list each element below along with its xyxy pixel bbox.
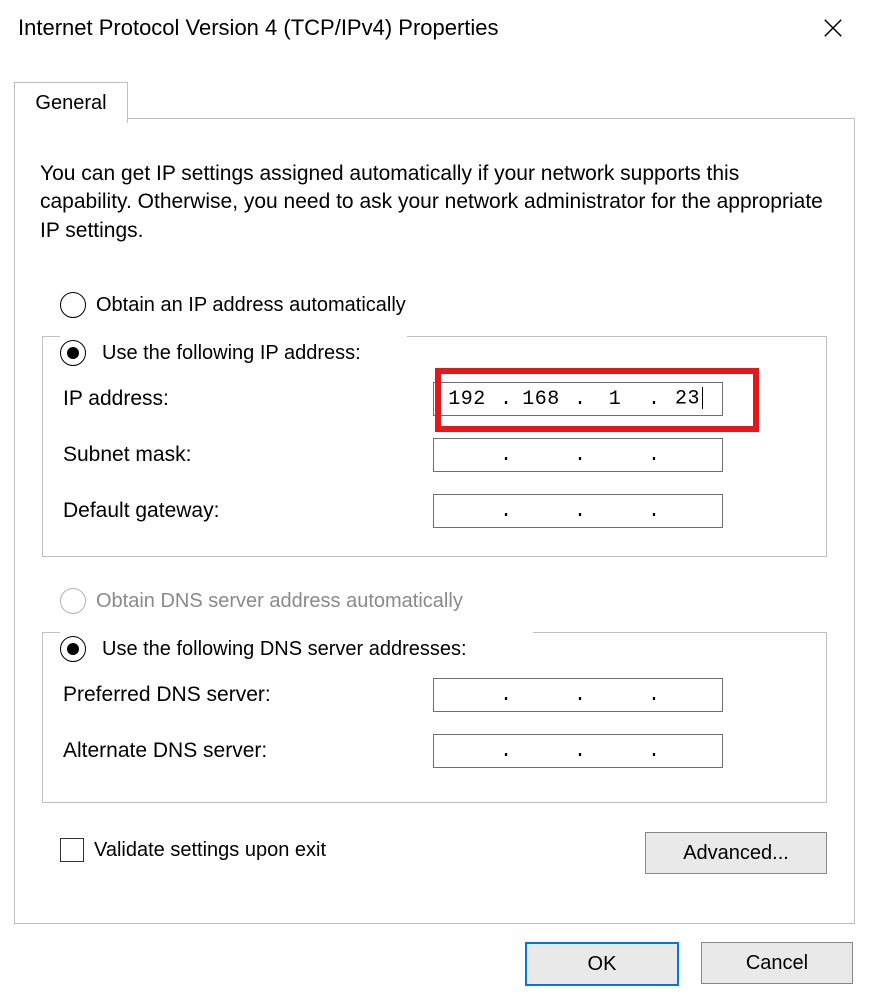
validate-settings-row[interactable]: Validate settings upon exit bbox=[60, 838, 326, 862]
intro-text: You can get IP settings assigned automat… bbox=[40, 160, 829, 245]
validate-settings-label: Validate settings upon exit bbox=[94, 839, 326, 862]
ok-button-label: OK bbox=[588, 953, 617, 976]
subnet-mask-input[interactable]: . . . bbox=[433, 438, 723, 472]
ipv4-properties-dialog: Internet Protocol Version 4 (TCP/IPv4) P… bbox=[0, 0, 869, 1000]
ip-auto-row[interactable]: Obtain an IP address automatically bbox=[60, 292, 406, 318]
dns-auto-row: Obtain DNS server address automatically bbox=[60, 588, 463, 614]
subnet-mask-label: Subnet mask: bbox=[63, 443, 423, 467]
ip-address-input[interactable]: 192. 168. 1. 23 bbox=[433, 382, 723, 416]
ok-button[interactable]: OK bbox=[525, 942, 679, 986]
dialog-title: Internet Protocol Version 4 (TCP/IPv4) P… bbox=[18, 15, 499, 41]
ip-auto-label: Obtain an IP address automatically bbox=[96, 294, 406, 317]
close-button[interactable] bbox=[815, 10, 851, 46]
cancel-button[interactable]: Cancel bbox=[701, 942, 853, 984]
advanced-button-label: Advanced... bbox=[683, 842, 789, 865]
default-gateway-input[interactable]: . . . bbox=[433, 494, 723, 528]
default-gateway-label: Default gateway: bbox=[63, 499, 423, 523]
dns-auto-label: Obtain DNS server address automatically bbox=[96, 590, 463, 613]
cancel-button-label: Cancel bbox=[746, 952, 808, 975]
titlebar: Internet Protocol Version 4 (TCP/IPv4) P… bbox=[0, 0, 869, 56]
dns-manual-label: Use the following DNS server addresses: bbox=[96, 638, 473, 661]
text-caret bbox=[702, 387, 703, 409]
ip-address-label: IP address: bbox=[63, 387, 423, 411]
advanced-button[interactable]: Advanced... bbox=[645, 832, 827, 874]
preferred-dns-label: Preferred DNS server: bbox=[63, 683, 423, 707]
radio-icon bbox=[60, 340, 86, 366]
close-icon bbox=[822, 17, 844, 39]
dialog-footer: OK Cancel bbox=[525, 942, 853, 986]
radio-icon bbox=[60, 292, 86, 318]
tab-general[interactable]: General bbox=[14, 82, 128, 123]
tab-mask bbox=[15, 118, 126, 121]
alternate-dns-input[interactable]: . . . bbox=[433, 734, 723, 768]
ip-fieldset: IP address: 192. 168. 1. 23 Subnet mask:… bbox=[42, 336, 827, 557]
dns-manual-row[interactable]: Use the following DNS server addresses: bbox=[60, 636, 473, 662]
tab-general-label: General bbox=[35, 92, 106, 115]
checkbox-icon bbox=[60, 838, 84, 862]
ip-manual-row[interactable]: Use the following IP address: bbox=[60, 340, 367, 366]
radio-icon bbox=[60, 636, 86, 662]
alternate-dns-label: Alternate DNS server: bbox=[63, 739, 423, 763]
ip-manual-label: Use the following IP address: bbox=[96, 342, 367, 365]
radio-icon bbox=[60, 588, 86, 614]
preferred-dns-input[interactable]: . . . bbox=[433, 678, 723, 712]
